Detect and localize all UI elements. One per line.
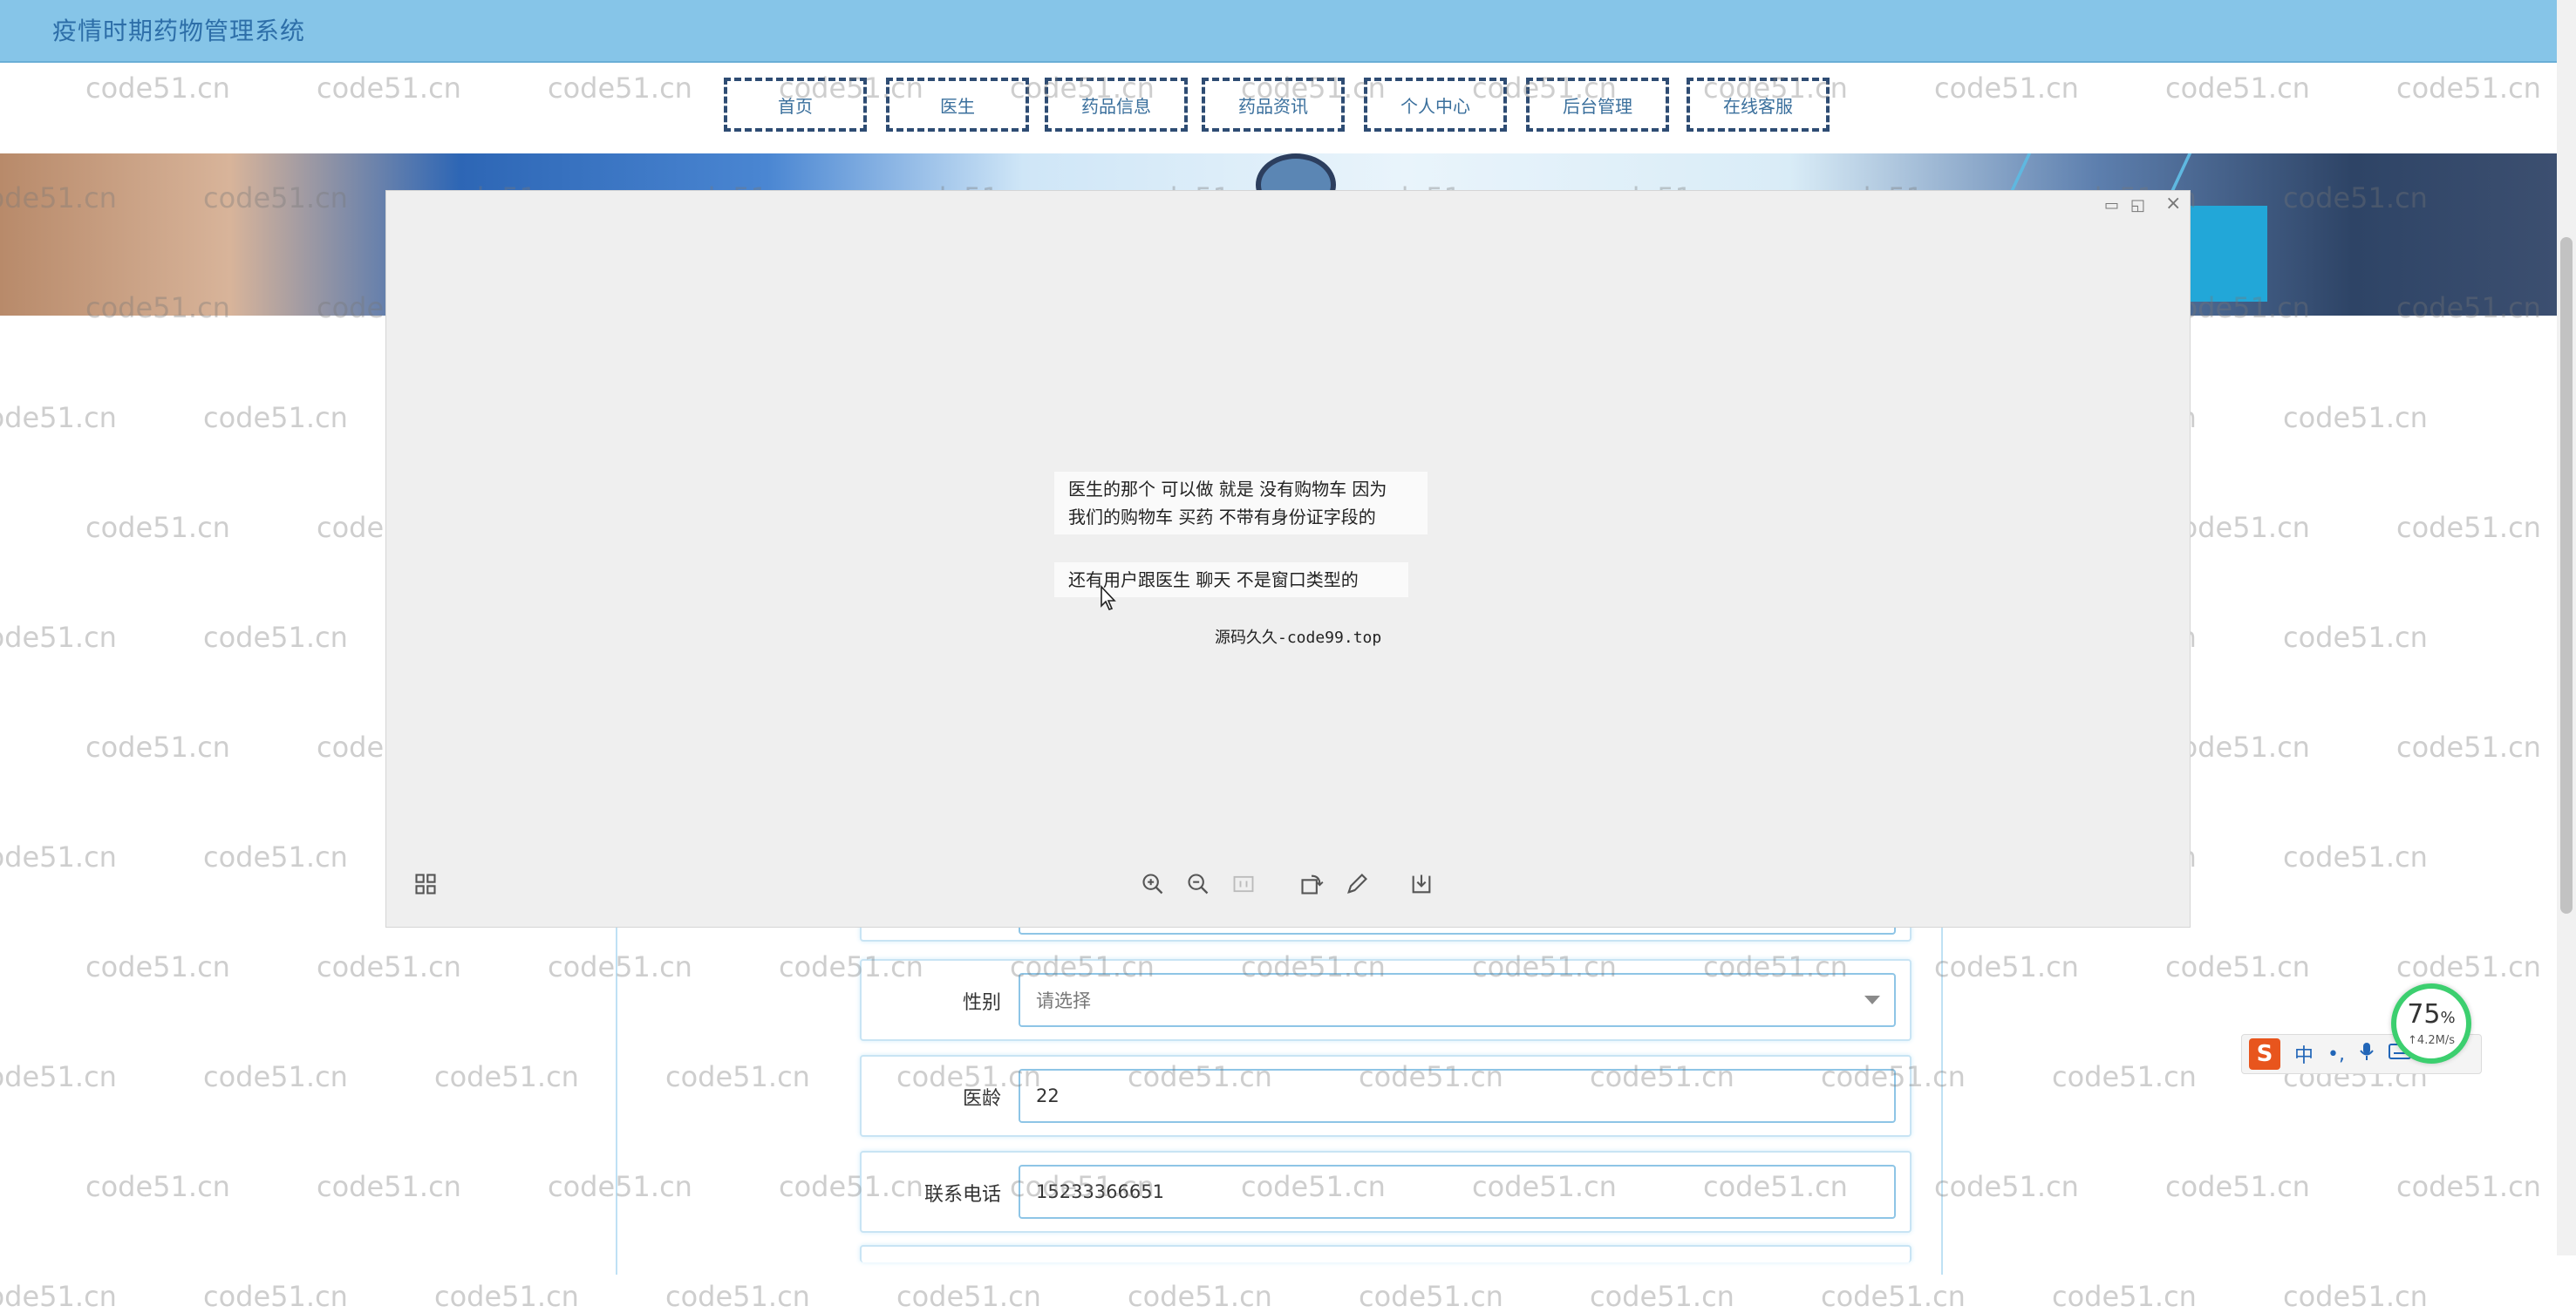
watermark-text: code51.cn [0,1280,117,1313]
gender-select[interactable]: 请选择 [1019,973,1896,1027]
watermark-text: code51.cn [434,1280,579,1313]
nav-item-personal-center[interactable]: 个人中心 [1364,78,1507,132]
gender-placeholder: 请选择 [1036,990,1091,1011]
zoom-in-icon[interactable] [1138,869,1168,899]
watermark-text: code51.cn [317,950,461,983]
nav-item-doctors[interactable]: 医生 [886,78,1029,132]
years-input[interactable]: 22 [1019,1069,1896,1123]
source-signature: 源码久久-code99.top [1215,629,1382,647]
actual-size-icon[interactable] [1229,869,1258,899]
gender-label: 性别 [963,992,1002,1014]
watermark-text: code51.cn [2165,1170,2310,1203]
page-scrollbar[interactable] [2557,0,2576,1255]
nav-item-drug-info[interactable]: 药品信息 [1045,78,1188,132]
watermark-text: code51.cn [1590,1280,1734,1313]
nav-item-online-service[interactable]: 在线客服 [1687,78,1830,132]
watermark-text: code51.cn [85,950,230,983]
watermark-text: code51.cn [203,401,348,434]
nav-item-home[interactable]: 首页 [724,78,867,132]
watermark-text: code51.cn [665,1280,810,1313]
watermark-text: code51.cn [203,840,348,874]
watermark-text: code51.cn [317,1170,461,1203]
network-speed-widget[interactable]: 75% ↑4.2M/s [2391,983,2471,1064]
years-label: 医龄 [963,1088,1002,1110]
watermark-text: code51.cn [2052,1060,2197,1093]
watermark-text: code51.cn [0,401,117,434]
note-line: 医生的那个 可以做 就是 没有购物车 因为 [1068,479,1387,500]
watermark-text: code51.cn [434,1060,579,1093]
note-line: 我们的购物车 买药 不带有身份证字段的 [1068,507,1376,527]
watermark-text: code51.cn [2396,1170,2541,1203]
watermark-text: code51.cn [0,840,117,874]
thumbnails-icon[interactable] [411,869,440,899]
watermark-text: code51.cn [2283,621,2428,654]
minimize-icon[interactable]: ▭ [2104,196,2119,214]
ime-logo-icon[interactable]: S [2249,1038,2280,1070]
watermark-text: code51.cn [2396,731,2541,764]
edit-icon[interactable] [1342,869,1372,899]
main-nav: 首页 医生 药品信息 药品资讯 个人中心 后台管理 在线客服 [0,63,2557,153]
chevron-down-icon [1864,996,1880,1004]
app-title: 疫情时期药物管理系统 [52,17,306,45]
phone-input[interactable]: 15233366651 [1019,1165,1896,1219]
watermark-text: code51.cn [203,621,348,654]
watermark-text: code51.cn [85,731,230,764]
watermark-text: code51.cn [85,511,230,544]
watermark-text: code51.cn [85,1170,230,1203]
note-block: 医生的那个 可以做 就是 没有购物车 因为 我们的购物车 买药 不带有身份证字段… [1054,472,1428,534]
scrollbar-thumb[interactable] [2560,237,2573,914]
watermark-text: code51.cn [2396,950,2541,983]
close-icon[interactable]: × [2165,193,2181,214]
watermark-text: code51.cn [2165,950,2310,983]
top-header-bar: 疫情时期药物管理系统 [0,0,2557,63]
mouse-cursor-icon [1101,585,1116,610]
speed-percent: 75% [2407,999,2456,1030]
ime-language-toggle[interactable]: 中 [2294,1040,2314,1068]
watermark-text: code51.cn [896,1280,1041,1313]
form-row-next [860,1245,1912,1262]
speed-rate: ↑4.2M/s [2408,1034,2455,1047]
zoom-out-icon[interactable] [1183,869,1213,899]
form-row-years: 医龄 22 [860,1055,1912,1137]
image-viewer: ▭ ◱ × 医生的那个 可以做 就是 没有购物车 因为 我们的购物车 买药 不带… [385,190,2191,928]
watermark-text: code51.cn [2396,511,2541,544]
watermark-text: code51.cn [1128,1280,1272,1313]
download-icon[interactable] [1407,869,1436,899]
watermark-text: code51.cn [1934,950,2079,983]
maximize-icon[interactable]: ◱ [2130,196,2145,214]
note-line: 还有用户跟医生 聊天 不是窗口类型的 [1068,569,1359,590]
watermark-text: code51.cn [203,1280,348,1313]
form-row-phone: 联系电话 15233366651 [860,1151,1912,1233]
microphone-icon[interactable] [2359,1041,2375,1067]
watermark-text: code51.cn [0,621,117,654]
watermark-text: code51.cn [2283,840,2428,874]
watermark-text: code51.cn [2283,1280,2428,1313]
watermark-text: code51.cn [2052,1280,2197,1313]
watermark-text: code51.cn [1359,1280,1503,1313]
nav-item-drug-news[interactable]: 药品资讯 [1202,78,1345,132]
ime-punctuation-toggle[interactable]: •, [2327,1044,2345,1065]
nav-item-admin[interactable]: 后台管理 [1526,78,1669,132]
rotate-icon[interactable] [1297,869,1326,899]
watermark-text: code51.cn [1934,1170,2079,1203]
form-row-gender: 性别 请选择 [860,959,1912,1041]
watermark-text: code51.cn [1821,1280,1966,1313]
watermark-text: code51.cn [2283,401,2428,434]
watermark-text: code51.cn [203,1060,348,1093]
watermark-text: code51.cn [0,1060,117,1093]
phone-label: 联系电话 [924,1184,1002,1206]
